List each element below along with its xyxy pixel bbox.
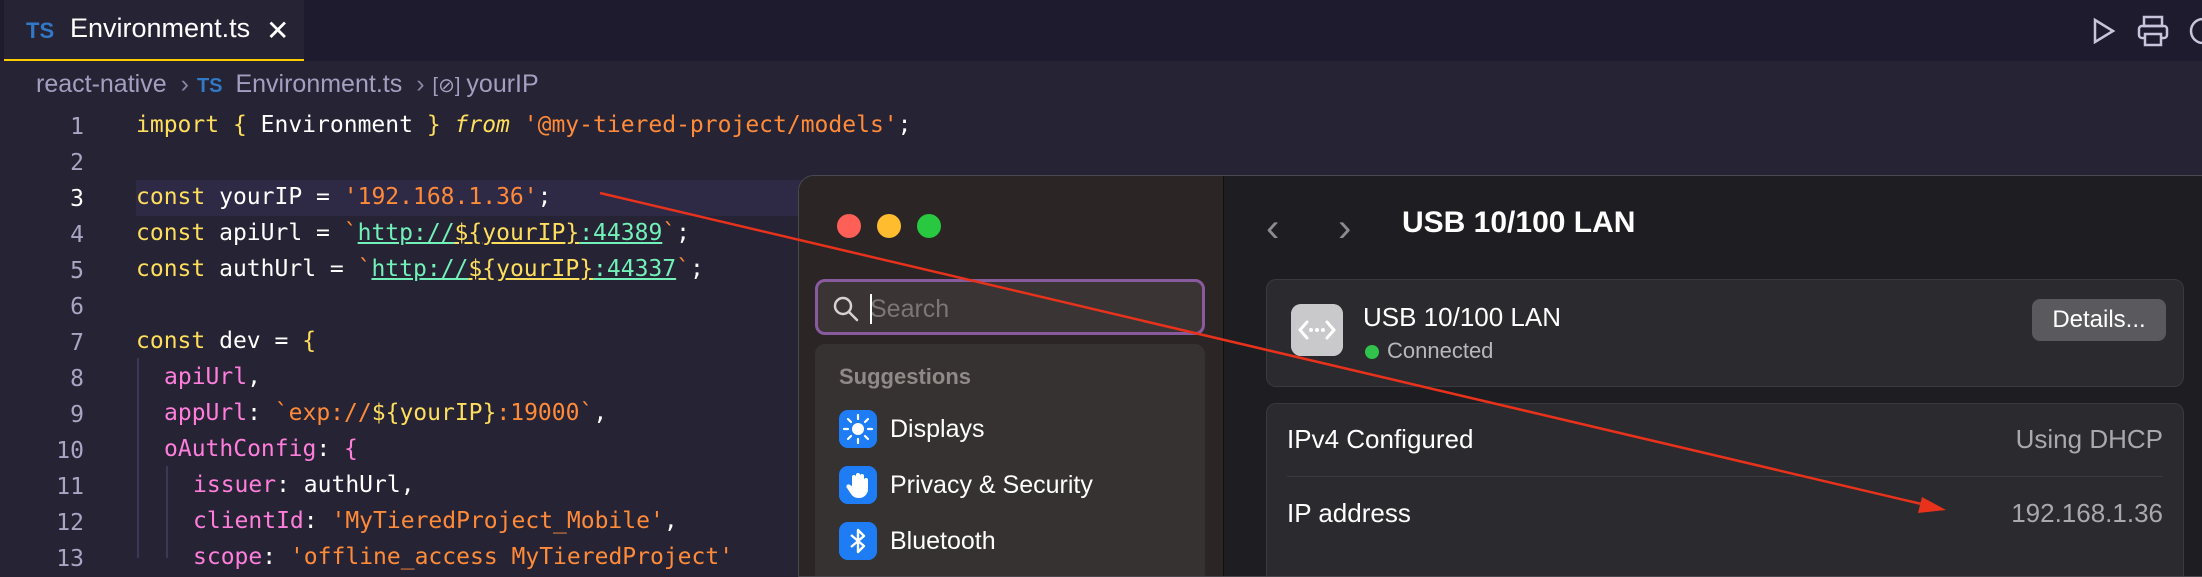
settings-content: ‹ › USB 10/100 LAN USB 10/100 LAN Connec… (1224, 176, 2202, 576)
indent-guide (166, 466, 168, 558)
bluetooth-icon (839, 522, 877, 560)
hand-icon (839, 466, 877, 504)
code-line-12: clientId: 'MyTieredProject_Mobile', (193, 508, 678, 534)
code-line-8: apiUrl, (164, 364, 261, 390)
chevron-right-icon: › (180, 70, 189, 98)
search-icon (833, 296, 859, 322)
line-number: 2 (70, 150, 84, 176)
code-line-9: appUrl: `exp://${yourIP}:19000`, (164, 400, 608, 426)
line-number: 8 (70, 366, 84, 392)
suggestion-label: Bluetooth (890, 527, 996, 555)
network-info-card: IPv4 Configured Using DHCP IP address 19… (1266, 403, 2184, 576)
system-settings-window: Suggestions Displays (798, 175, 2202, 577)
typescript-badge-icon: TS (26, 18, 55, 43)
print-icon[interactable] (2136, 14, 2170, 48)
line-number: 10 (56, 438, 84, 464)
suggestion-label: Displays (890, 415, 985, 443)
info-row-ipv4-configured: IPv4 Configured Using DHCP (1287, 404, 2163, 476)
run-icon[interactable] (2086, 14, 2120, 48)
device-name: USB 10/100 LAN (1363, 302, 1562, 332)
line-number: 5 (70, 258, 84, 284)
line-number: 9 (70, 402, 84, 428)
code-line-11: issuer: authUrl, (193, 472, 415, 498)
line-number: 1 (70, 114, 84, 140)
typescript-badge-icon: TS (196, 75, 223, 97)
status-dot-icon (1365, 345, 1379, 359)
ethernet-icon (1291, 304, 1343, 356)
code-line-10: oAuthConfig: { (164, 436, 358, 462)
more-actions-icon[interactable] (2186, 14, 2202, 48)
breadcrumb: react-native › TS Environment.ts › [⊘] yourIP (36, 70, 545, 99)
line-number: 3 (70, 186, 84, 212)
info-key: IPv4 Configured (1287, 424, 1474, 454)
indent-guide (137, 358, 139, 558)
suggestions-header: Suggestions (839, 364, 972, 389)
info-value: Using DHCP (2015, 424, 2163, 454)
minimize-window-button[interactable] (877, 214, 901, 238)
close-window-button[interactable] (837, 214, 861, 238)
line-number: 11 (56, 474, 84, 500)
suggestion-displays[interactable]: Displays (839, 410, 1199, 450)
suggestions-popup: Suggestions Displays Privacy & Security … (815, 344, 1205, 576)
close-icon[interactable]: ✕ (266, 14, 289, 47)
code-line-7: const dev = { (136, 328, 317, 354)
chevron-right-icon: › (416, 70, 425, 98)
breadcrumb-folder[interactable]: react-native (36, 70, 167, 98)
code-line-4: const apiUrl = `http://${yourIP}:44389`; (136, 220, 691, 246)
breadcrumb-file[interactable]: Environment.ts (235, 70, 402, 98)
tab-environment-ts[interactable]: TS Environment.ts ✕ (4, 0, 304, 61)
line-number: 13 (56, 546, 84, 572)
code-line-5: const authUrl = `http://${yourIP}:44337`… (136, 256, 704, 282)
suggestion-label: Privacy & Security (890, 471, 1093, 499)
variable-symbol-icon: [⊘] (432, 75, 461, 97)
line-number: 7 (70, 330, 84, 356)
page-title: USB 10/100 LAN (1402, 206, 1636, 239)
suggestion-bluetooth[interactable]: Bluetooth (839, 522, 1199, 562)
text-caret (870, 294, 872, 324)
device-card: USB 10/100 LAN Connected Details... (1266, 279, 2184, 387)
zoom-window-button[interactable] (917, 214, 941, 238)
breadcrumb-symbol[interactable]: yourIP (466, 70, 538, 98)
code-line-13: scope: 'offline_access MyTieredProject' (193, 544, 734, 570)
code-line-1: import { Environment } from '@my-tiered-… (136, 112, 912, 138)
line-number: 12 (56, 510, 84, 536)
forward-button[interactable]: › (1338, 206, 1351, 251)
editor-tab-bar: TS Environment.ts ✕ (0, 0, 2202, 61)
row-divider (1287, 476, 2163, 477)
back-button[interactable]: ‹ (1266, 206, 1279, 251)
info-value: 192.168.1.36 (2011, 498, 2163, 528)
details-button[interactable]: Details... (2032, 299, 2166, 341)
code-line-3: const yourIP = '192.168.1.36'; (136, 184, 552, 210)
line-number: 6 (70, 294, 84, 320)
search-input[interactable] (868, 292, 1192, 326)
status-badge: Connected (1387, 338, 1494, 363)
suggestion-privacy-security[interactable]: Privacy & Security (839, 466, 1199, 506)
info-key: IP address (1287, 498, 1411, 528)
tab-label: Environment.ts (70, 13, 251, 43)
settings-search[interactable] (815, 279, 1205, 335)
sun-icon (839, 410, 877, 448)
line-number: 4 (70, 222, 84, 248)
settings-sidebar: Suggestions Displays (799, 176, 1224, 576)
info-row-ip-address: IP address 192.168.1.36 (1287, 478, 2163, 550)
